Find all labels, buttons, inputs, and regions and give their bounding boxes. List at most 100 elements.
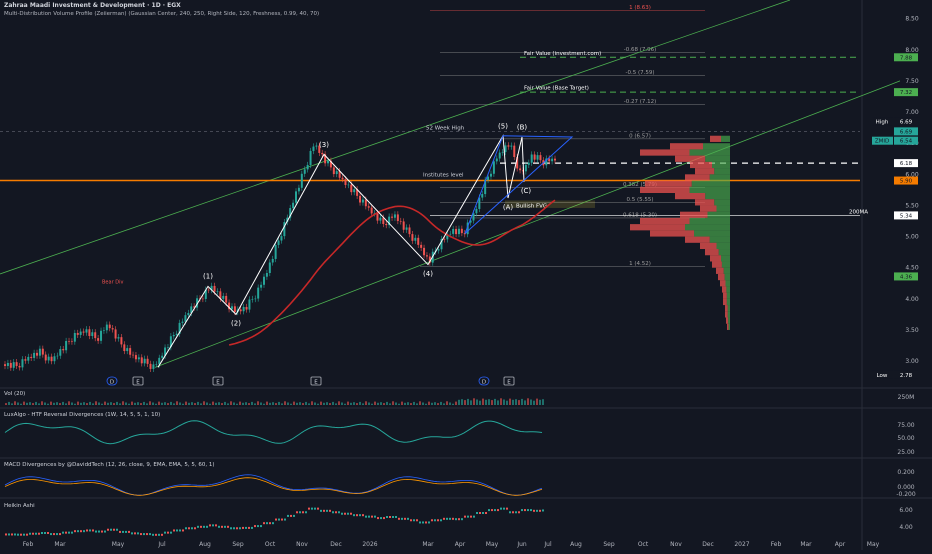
candle-body-93 [274,244,277,259]
vp-red-bar-27 [725,305,728,312]
candle-body-106 [312,146,315,151]
vp-red-bar-18 [705,249,719,256]
volume-bar-141 [428,401,430,405]
heikin-candle-47 [146,533,148,536]
vp-red-bar-29 [726,317,729,324]
volume-bar-20 [65,403,67,405]
heikin-candle-74 [227,525,229,528]
heikin-candle-153 [464,515,466,518]
event-marker-label-3: E [314,380,318,386]
heikin-candle-75 [230,527,232,530]
heikin-candle-162 [491,509,493,512]
heikin-candle-83 [254,525,256,528]
heikin-candle-10 [35,532,37,535]
vp-red-bar-1 [670,143,703,150]
heikin-candle-3 [14,533,16,536]
volume-bar-175 [530,399,532,405]
volume-bar-15 [50,401,52,405]
heikin-candle-148 [449,517,451,520]
heikin-candle-141 [428,521,430,524]
candle-body-137 [402,221,405,230]
heikin-candle-4 [17,533,19,536]
volume-bar-43 [134,402,136,405]
wave-label-1: (2) [231,320,241,328]
heikin-candle-165 [500,507,502,510]
vp-green-bar-11 [716,205,730,212]
candle-body-83 [245,306,248,310]
volume-bar-93 [284,401,286,405]
volume-bar-113 [344,403,346,405]
volume-bar-170 [515,399,517,405]
volume-bar-51 [158,401,160,405]
vp-green-bar-3 [705,155,730,162]
heikin-candle-2 [11,533,13,536]
candle-body-135 [396,214,399,221]
volume-bar-77 [236,403,238,405]
heikin-candle-41 [128,530,130,533]
candle-body-63 [187,313,190,316]
candle-body-56 [166,347,169,348]
heikin-candle-87 [266,522,268,525]
event-marker-label-1: E [136,380,140,386]
heikin-candle-104 [317,507,319,510]
volume-bar-91 [278,401,280,405]
volume-bar-136 [413,401,415,405]
pane-0-tick-0: 250M [898,394,915,401]
heikin-candle-42 [131,532,133,535]
volume-bar-56 [173,403,175,405]
heikin-candle-26 [83,530,85,533]
time-tick-17: Oct [638,541,649,548]
volume-bar-47 [146,403,148,405]
chart-stage[interactable]: 3.003.504.004.505.005.506.006.507.007.50… [0,0,932,550]
vp-red-bar-9 [675,193,706,200]
vp-red-bar-19 [710,255,721,262]
volume-bar-147 [446,401,448,405]
candle-body-42 [126,348,129,352]
time-tick-16: Sep [603,541,615,548]
candle-body-182 [533,154,536,160]
pane-heikin-label: Heikin Ashi [4,503,35,509]
heikin-candle-127 [386,516,388,518]
volume-bar-30 [95,401,97,405]
time-tick-18: Nov [670,541,682,548]
volume-bar-132 [401,401,403,405]
volume-bar-177 [536,398,538,405]
candle-body-3 [12,362,15,368]
heikin-candle-18 [59,533,61,536]
vp-green-bar-7 [691,180,730,187]
vp-red-bar-21 [716,267,724,274]
heikin-candle-57 [176,529,178,532]
heikin-candle-151 [458,518,460,521]
event-marker-label-4: D [482,380,486,386]
pane-macd-label: MACD Divergences by @DaviddTech (12, 26,… [4,462,215,468]
heikin-candle-56 [173,529,175,532]
candle-body-117 [344,179,347,185]
volume-bar-35 [110,402,112,405]
volume-bar-123 [374,401,376,405]
heikin-candle-53 [164,531,166,534]
candle-body-156 [457,228,460,235]
heikin-candle-122 [371,515,373,518]
candle-body-155 [455,228,458,235]
volume-bar-67 [206,402,208,405]
candle-body-27 [82,331,85,333]
volume-bar-36 [113,403,115,405]
heikin-candle-84 [257,525,259,528]
heikin-candle-72 [221,525,223,528]
heikin-candle-19 [62,531,64,534]
heikin-candle-128 [389,516,391,518]
pane-2-tick-2: -0.200 [896,491,916,498]
fair-value-investment-label: Fair Value (investment.com) [524,51,601,57]
heikin-candle-24 [77,530,79,533]
candle-body-11 [36,352,39,356]
volume-bar-146 [443,403,445,405]
candle-body-170 [498,152,501,159]
volume-bar-159 [482,398,484,405]
heikin-candle-58 [179,529,181,532]
candle-body-183 [536,155,539,160]
volume-bar-162 [491,400,493,405]
volume-bar-165 [500,398,502,405]
volume-bar-10 [35,401,37,405]
volume-bar-173 [524,400,526,405]
heikin-candle-15 [50,533,52,536]
